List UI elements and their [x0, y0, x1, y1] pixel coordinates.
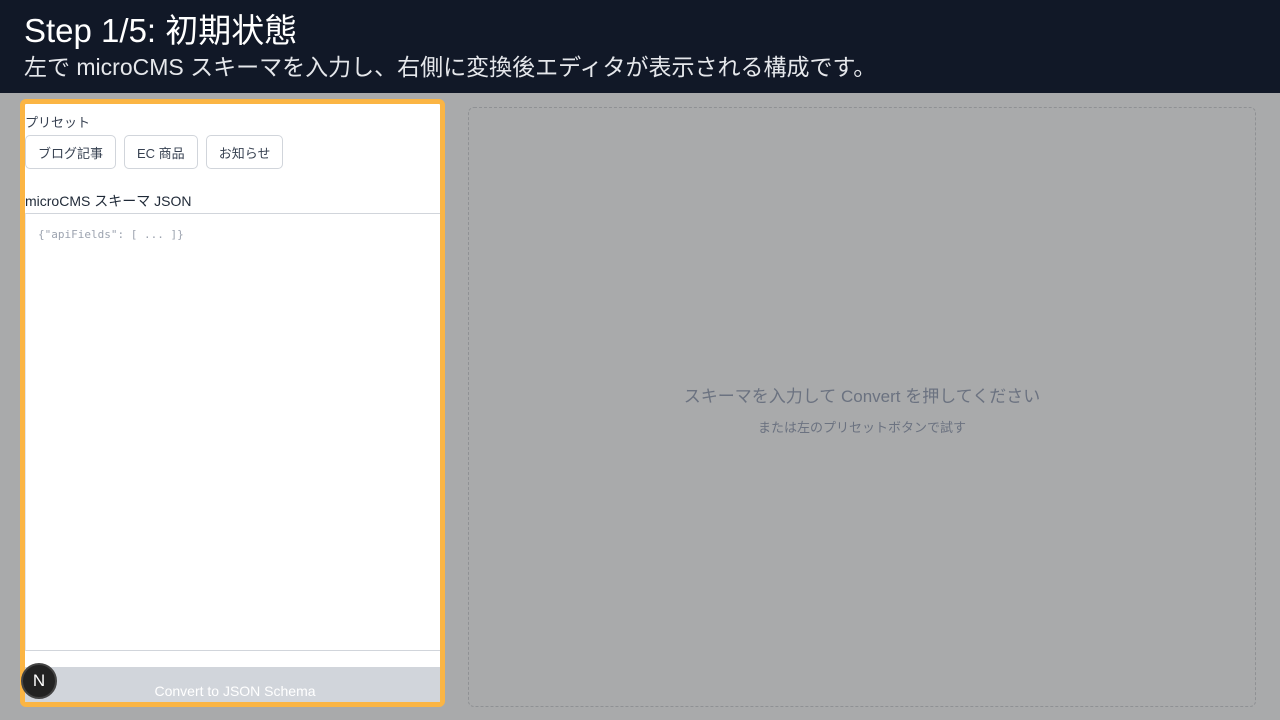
schema-json-input[interactable]: {"apiFields": [ ... ]} — [25, 213, 440, 651]
step-header: Step 1/5: 初期状態 左で microCMS スキーマを入力し、右側に変… — [0, 0, 1280, 93]
preset-label: プリセット — [25, 115, 91, 130]
nextjs-dev-badge[interactable]: N — [21, 663, 57, 699]
input-panel: プリセット ブログ記事 EC 商品 お知らせ microCMS スキーマ JSO… — [20, 99, 445, 707]
preset-blog-button[interactable]: ブログ記事 — [25, 135, 117, 169]
preset-buttons: ブログ記事 EC 商品 お知らせ — [25, 135, 284, 169]
preset-news-button[interactable]: お知らせ — [205, 135, 284, 169]
step-subtitle: 左で microCMS スキーマを入力し、右側に変換後エディタが表示される構成で… — [24, 54, 877, 80]
empty-hint: または左のプリセットボタンで試す — [757, 420, 966, 435]
empty-message: スキーマを入力して Convert を押してください — [683, 387, 1041, 406]
step-title: Step 1/5: 初期状態 — [24, 12, 298, 49]
output-panel: スキーマを入力して Convert を押してください または左のプリセットボタン… — [468, 107, 1256, 707]
convert-button[interactable]: Convert to JSON Schema — [25, 667, 440, 702]
preset-ec-button[interactable]: EC 商品 — [124, 135, 198, 169]
json-label: microCMS スキーマ JSON — [25, 193, 192, 209]
